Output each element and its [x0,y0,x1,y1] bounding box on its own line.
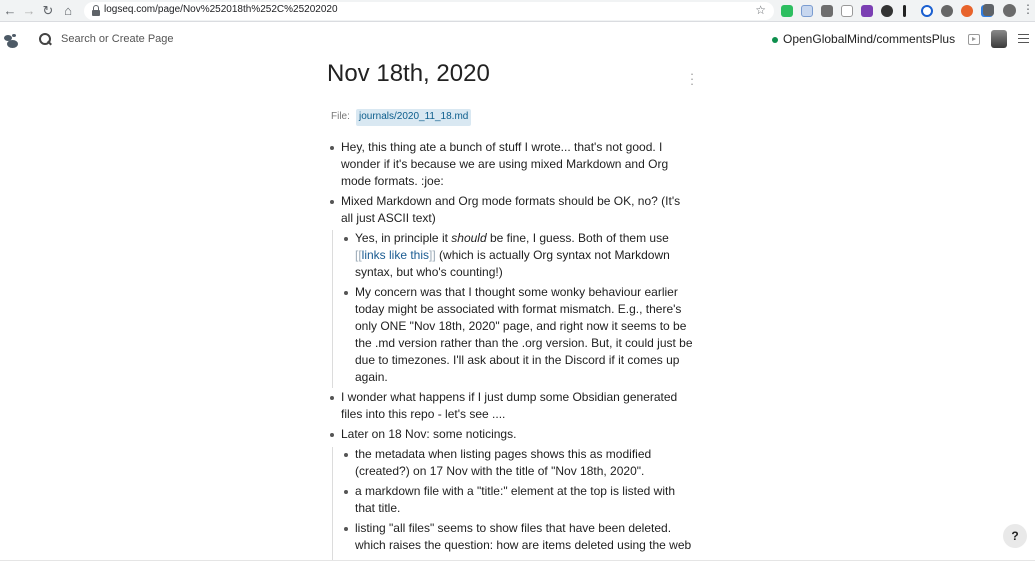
block-line: listing "all files" seems to show files … [355,521,672,535]
password-extension-icon[interactable] [921,5,933,17]
address-bar[interactable]: logseq.com/page/Nov%252018th%252C%252020… [84,2,774,20]
block-children-guide [332,230,333,388]
bookmark-star-icon[interactable]: ☆ [755,3,766,17]
file-label: File: [331,111,350,122]
block-line: Yes, in principle it should be fine, I g… [355,230,670,247]
logseq-logo-icon[interactable] [4,34,20,48]
user-avatar[interactable] [991,30,1007,48]
file-path-link[interactable]: journals/2020_11_18.md [356,109,472,126]
block-content[interactable]: My concern was that I thought some wonky… [355,284,693,386]
block-line: again. [355,370,388,384]
block-line: that title. [355,501,401,515]
lock-icon [92,5,100,16]
extension-icon[interactable] [941,5,953,17]
url-text: logseq.com/page/Nov%252018th%252C%252020… [104,4,338,15]
block-line: Mixed Markdown and Org mode formats shou… [341,194,681,208]
block-bullet[interactable] [344,237,348,241]
extension-icon[interactable] [821,5,833,17]
search-icon[interactable] [39,33,52,46]
browser-profile-avatar[interactable] [1003,4,1016,17]
block-content[interactable]: Hey, this thing ate a bunch of stuff I w… [341,139,668,190]
repo-selector[interactable]: OpenGlobalMind/commentsPlus [783,32,955,46]
block-line: the metadata when listing pages shows th… [355,447,652,461]
block-text: Yes, in principle it [355,231,452,245]
block-line: My concern was that I thought some wonky… [355,285,678,299]
help-button[interactable]: ? [1003,524,1027,548]
block-line: files into this repo - let's see .... [341,407,506,421]
evernote-extension-icon[interactable] [781,5,793,17]
block-bullet[interactable] [330,433,334,437]
app-header: Search or Create Page OpenGlobalMind/com… [0,24,1035,56]
block-line: (created?) on 17 Nov with the title of "… [355,464,645,478]
puzzle-extensions-icon[interactable] [983,4,994,16]
forward-arrow-icon[interactable]: → [21,3,37,19]
block-bullet[interactable] [344,527,348,531]
block-text: be fine, I guess. Both of them use [486,231,669,245]
browser-toolbar: ← → ↻ ⌂ logseq.com/page/Nov%252018th%252… [0,0,1035,22]
block-bullet[interactable] [344,490,348,494]
block-line: I wonder what happens if I just dump som… [341,390,678,404]
sync-status-dot [772,37,778,43]
page-reference-link[interactable]: links like this [362,248,429,262]
block-content[interactable]: Mixed Markdown and Org mode formats shou… [341,193,680,227]
block-line: a markdown file with a "title:" element … [355,484,675,498]
block-content[interactable]: Yes, in principle it should be fine, I g… [355,230,670,281]
block-bullet[interactable] [330,200,334,204]
block-line: Later on 18 Nov: some noticings. [341,427,517,441]
back-arrow-icon[interactable]: ← [2,3,18,19]
page-options-icon[interactable]: · · · [687,67,697,90]
block-content[interactable]: a markdown file with a "title:" element … [355,483,675,517]
block-line: the .md version rather than the .org ver… [355,336,693,350]
block-children-guide [332,447,333,560]
block-line: mode formats. :joe: [341,174,444,188]
block-text: (which is actually Org syntax not Markdo… [435,248,670,262]
block-line: wonder if it's because we are using mixe… [341,157,669,171]
block-line: today might be associated with format mi… [355,302,682,316]
search-input[interactable]: Search or Create Page [61,33,174,45]
hamburger-menu-icon[interactable] [1018,34,1029,43]
block-bullet[interactable] [344,291,348,295]
block-line: [[links like this]] (which is actually O… [355,247,670,264]
page-title[interactable]: Nov 18th, 2020 [327,60,490,88]
block-line: all just ASCII text) [341,211,436,225]
block-line: which raises the question: how are items… [355,538,692,552]
block-bullet[interactable] [330,396,334,400]
reload-icon[interactable]: ↻ [40,3,56,19]
block-bullet[interactable] [330,146,334,150]
block-line: Hey, this thing ate a bunch of stuff I w… [341,140,663,154]
bottom-divider [0,560,1035,561]
right-sidebar-toggle-icon[interactable] [968,34,980,45]
onenote-extension-icon[interactable] [861,5,873,17]
block-line: only ONE "Nov 18th, 2020" page, and righ… [355,319,687,333]
extension-icon[interactable] [881,5,893,17]
browser-menu-icon[interactable]: ⋮ [1022,2,1034,16]
block-content[interactable]: I wonder what happens if I just dump som… [341,389,677,423]
block-content[interactable]: Later on 18 Nov: some noticings. [341,426,516,443]
block-line: syntax, but who's counting!) [355,265,503,279]
extension-icon[interactable] [961,5,973,17]
block-content[interactable]: listing "all files" seems to show files … [355,520,691,554]
pin-extension-icon[interactable] [841,5,853,17]
block-line: due to timezones. I'll ask about it in t… [355,353,680,367]
block-bullet[interactable] [344,453,348,457]
home-icon[interactable]: ⌂ [60,3,76,19]
link-close-brackets: ]] [429,248,436,262]
docs-extension-icon[interactable] [801,5,813,17]
block-content[interactable]: the metadata when listing pages shows th… [355,446,651,480]
emphasis-text: should [451,231,487,245]
link-open-brackets: [[ [355,248,362,262]
extension-icon[interactable] [903,5,906,17]
